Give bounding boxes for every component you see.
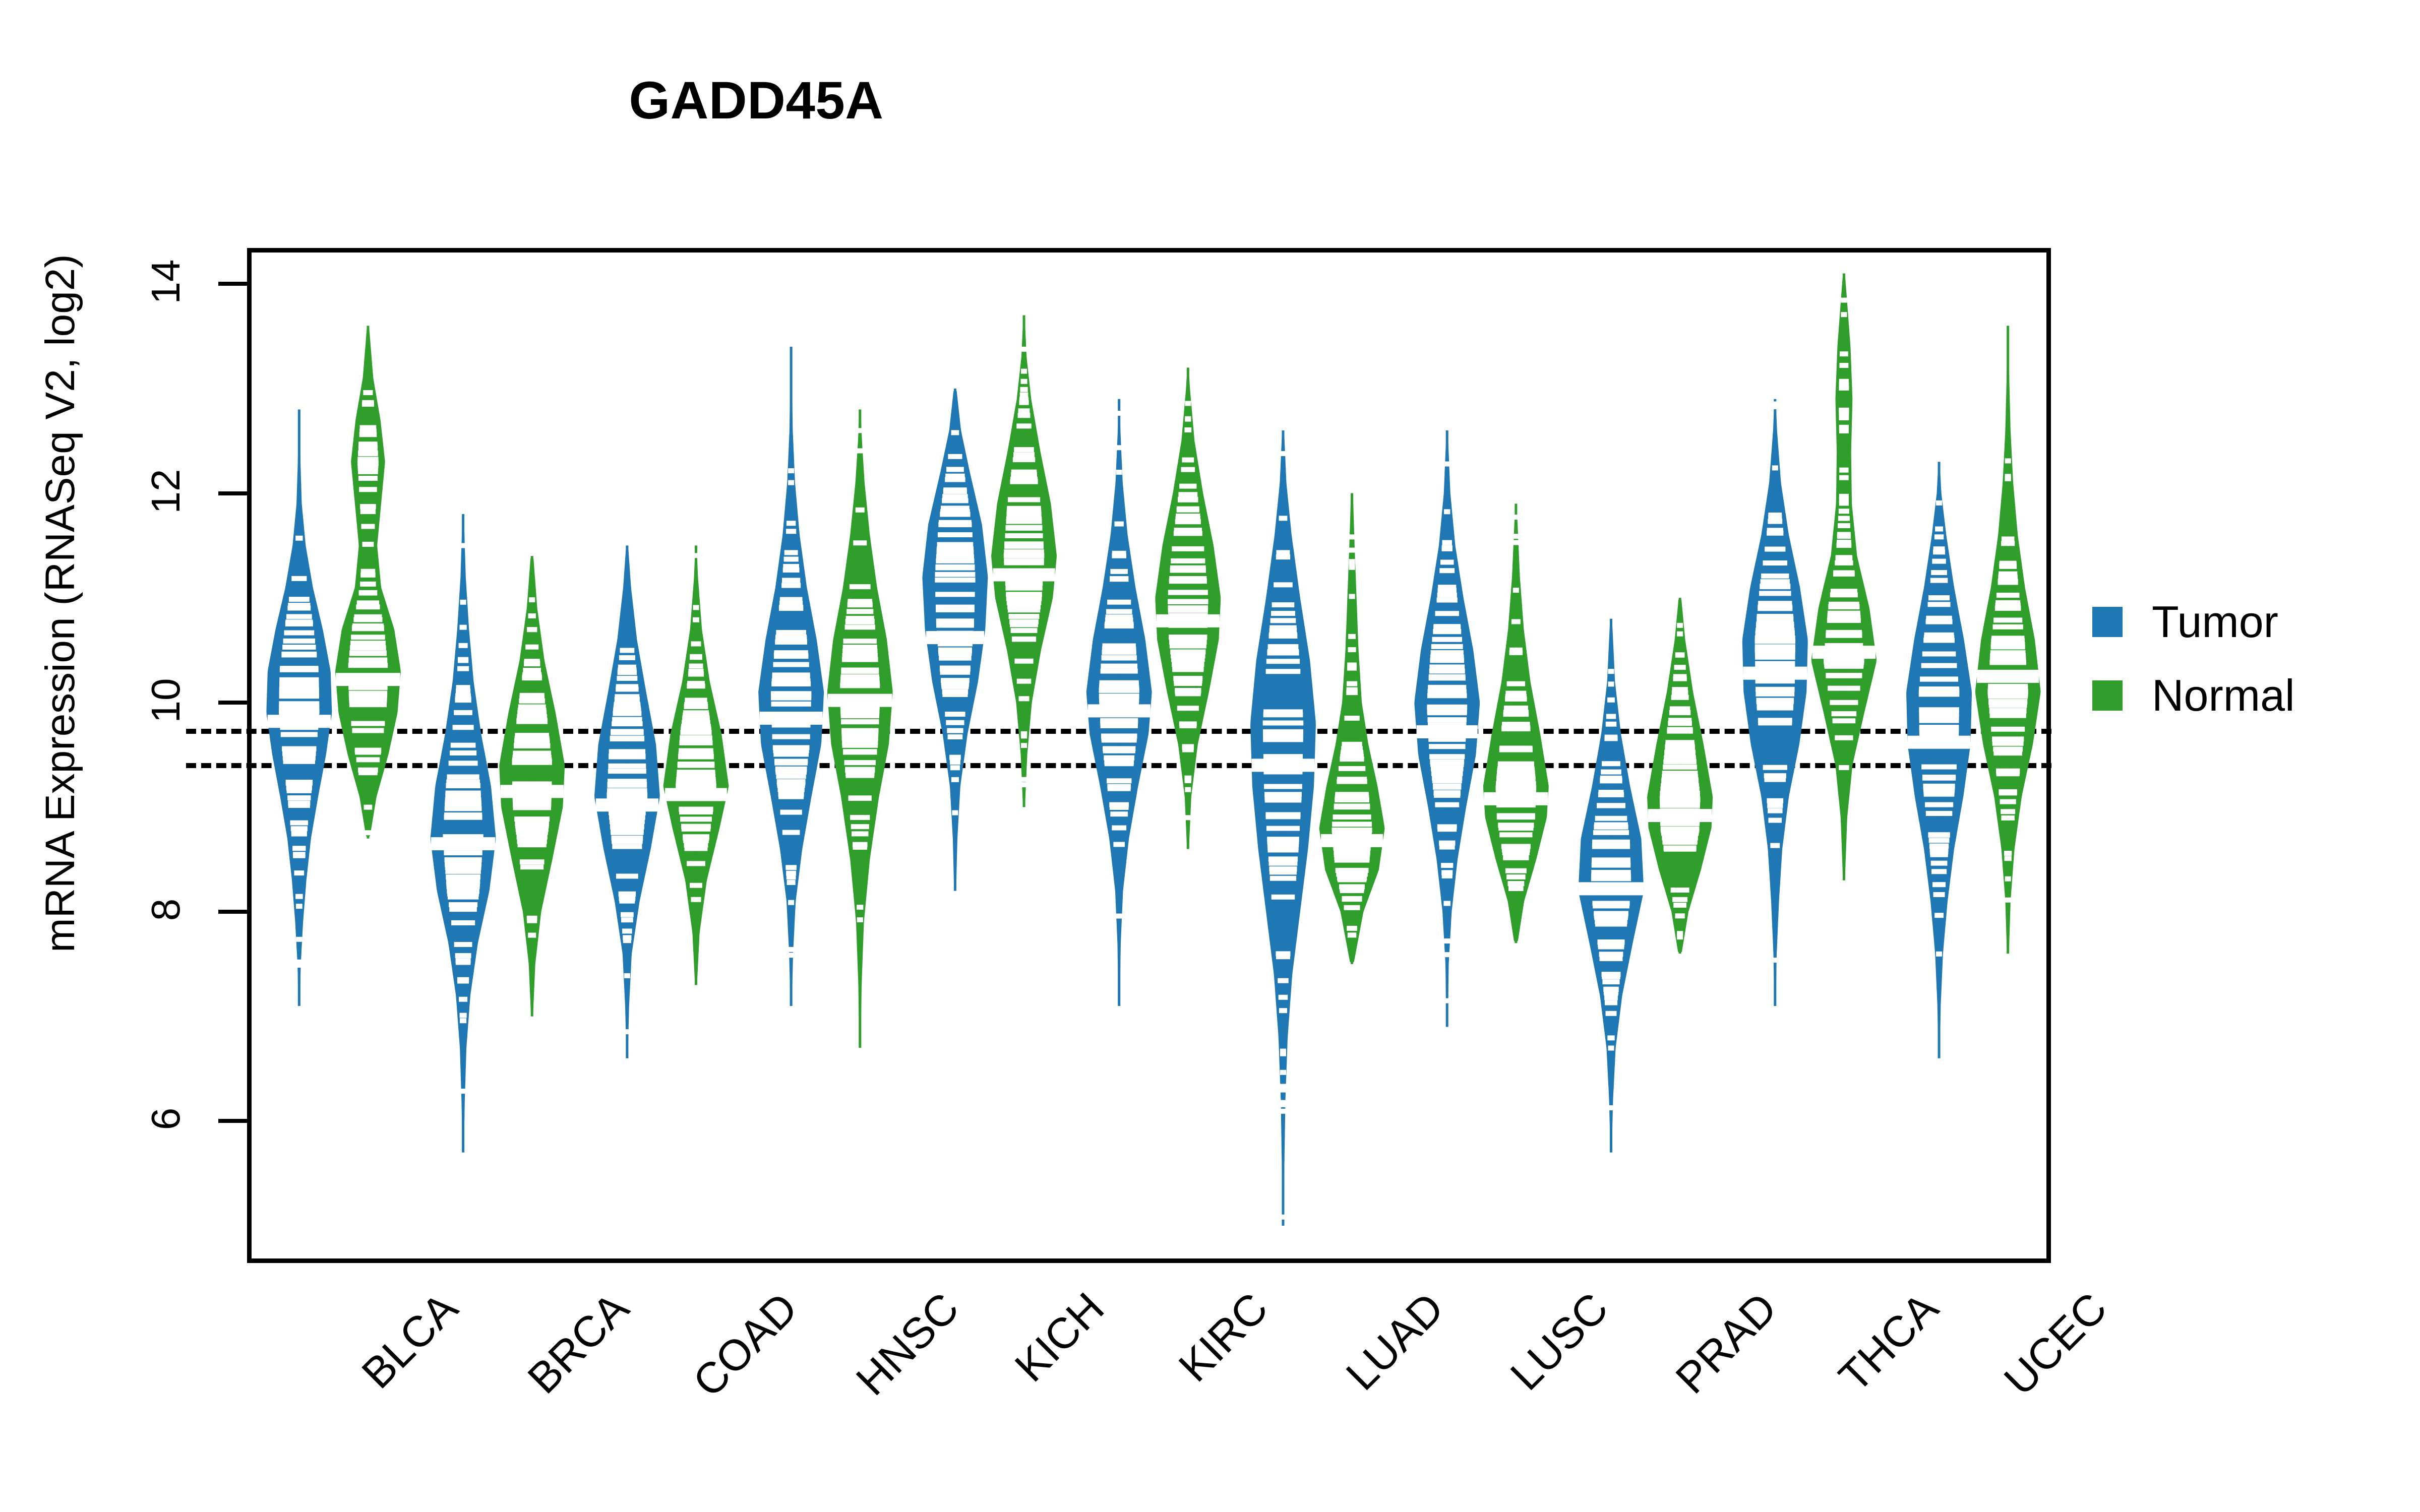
legend-swatch-icon (2092, 607, 2123, 637)
y-tick-label: 12 (143, 469, 188, 514)
x-tick-label-luad: LUAD (1337, 1283, 1454, 1400)
page-title: GADD45A (629, 71, 884, 130)
x-tick-label-hnsc: HNSC (847, 1283, 969, 1405)
x-tick-label-thca: THCA (1830, 1283, 1948, 1402)
y-tick-label: 14 (143, 259, 188, 304)
legend-item-normal[interactable]: Normal (2092, 673, 2395, 718)
legend-swatch-icon (2092, 680, 2123, 711)
violin-group-ucec (252, 253, 2055, 1268)
y-tick-label: 8 (143, 898, 188, 921)
x-tick-label-coad: COAD (684, 1283, 807, 1407)
x-tick-label-brca: BRCA (518, 1283, 638, 1403)
y-tick-label: 6 (143, 1108, 188, 1130)
legend-label: Normal (2152, 670, 2295, 720)
legend-item-tumor[interactable]: Tumor (2092, 600, 2395, 644)
x-tick-label-prad: PRAD (1666, 1283, 1786, 1403)
y-tick-mark (218, 700, 249, 705)
legend: Tumor Normal (2092, 600, 2395, 747)
x-tick-label-lusc: LUSC (1501, 1283, 1617, 1400)
y-axis-title: mRNA Expression (RNASeq V2, log2) (37, 254, 83, 953)
y-tick-mark (218, 910, 249, 914)
legend-label: Tumor (2152, 597, 2278, 647)
x-tick-label-ucec: UCEC (1995, 1283, 2116, 1405)
bean-pair (252, 253, 2055, 1268)
y-tick-mark (218, 1119, 249, 1123)
y-tick-mark (218, 282, 249, 286)
x-tick-label-blca: BLCA (352, 1283, 467, 1398)
y-tick-mark (218, 491, 249, 495)
x-tick-label-kich: KICH (1005, 1283, 1113, 1391)
chart-root: GADD45A mRNA Expression (RNASeq V2, log2… (0, 0, 2420, 1512)
x-tick-label-kirc: KIRC (1169, 1283, 1278, 1391)
plot-area: 6 8 10 12 14 (143, 248, 2051, 1263)
y-tick-label: 10 (143, 678, 188, 723)
